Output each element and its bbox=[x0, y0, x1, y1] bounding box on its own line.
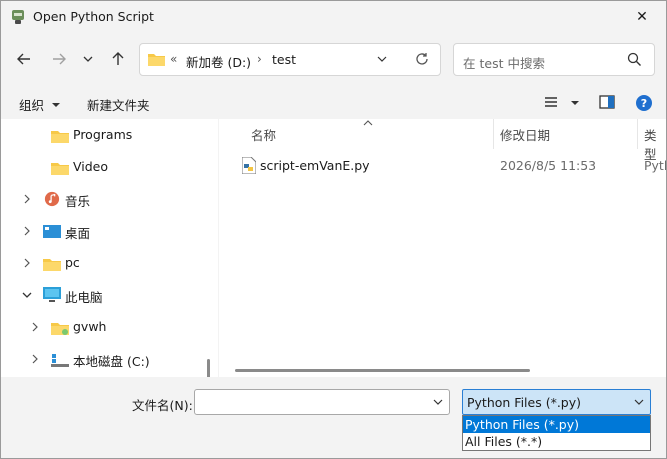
tree-item-label: 本地磁盘 (C:) bbox=[73, 354, 150, 369]
chevron-right-icon[interactable] bbox=[21, 225, 33, 237]
desktop-icon bbox=[43, 225, 61, 238]
file-type: Pyth bbox=[644, 158, 666, 173]
arrow-right-icon bbox=[53, 53, 66, 65]
open-file-dialog: Open Python Script ✕ « 新加卷 (D:) › test 在… bbox=[0, 0, 667, 459]
folder-icon bbox=[43, 259, 61, 271]
arrow-left-icon bbox=[17, 53, 30, 65]
search-icon[interactable] bbox=[627, 52, 642, 67]
caret-down-icon bbox=[52, 103, 60, 107]
tree-item-label: pc bbox=[65, 255, 80, 270]
column-divider[interactable] bbox=[493, 119, 494, 149]
window-title: Open Python Script bbox=[33, 9, 154, 24]
filetype-selected: Python Files (*.py) bbox=[467, 395, 582, 410]
list-view-icon bbox=[545, 97, 557, 107]
tree-item-video[interactable]: Video bbox=[1, 153, 201, 181]
filetype-option-python[interactable]: Python Files (*.py) bbox=[463, 416, 650, 433]
chevron-down-icon[interactable] bbox=[633, 396, 645, 408]
filetype-select[interactable]: Python Files (*.py) bbox=[462, 389, 651, 415]
column-header-modified[interactable]: 修改日期 bbox=[500, 125, 550, 144]
chevron-down-icon[interactable] bbox=[376, 53, 388, 65]
folder-icon bbox=[148, 54, 165, 66]
search-box[interactable]: 在 test 中搜索 bbox=[453, 43, 655, 76]
file-modified: 2026/8/5 11:53 bbox=[500, 158, 597, 173]
folder-icon bbox=[51, 163, 69, 175]
address-overflow[interactable]: « bbox=[170, 52, 177, 66]
folder-icon bbox=[51, 131, 69, 143]
help-button[interactable]: ? bbox=[635, 94, 653, 115]
help-icon: ? bbox=[636, 95, 652, 111]
chevron-right-icon[interactable] bbox=[29, 321, 41, 333]
chevron-down-icon[interactable] bbox=[21, 289, 33, 301]
dialog-footer: 文件名(N): Python Files (*.py) Python Files… bbox=[1, 377, 666, 458]
file-list: 名称 修改日期 类型 script-emVanE.py 2026/8/5 11:… bbox=[219, 119, 666, 377]
tree-item-gvwh[interactable]: gvwh bbox=[1, 313, 201, 341]
column-header-name[interactable]: 名称 bbox=[251, 125, 276, 144]
music-icon bbox=[44, 191, 60, 207]
up-button[interactable] bbox=[105, 45, 131, 73]
navigation-tree: Programs Video 音乐 桌面 pc 此电脑 gvwh 本地磁盘 (C… bbox=[1, 119, 218, 377]
preview-pane-icon bbox=[599, 95, 615, 109]
folder-icon bbox=[51, 323, 69, 335]
new-folder-label: 新建文件夹 bbox=[87, 98, 150, 113]
command-bar: 组织 新建文件夹 ? bbox=[1, 87, 666, 119]
refresh-icon[interactable] bbox=[414, 51, 430, 67]
tree-item-drive-c[interactable]: 本地磁盘 (C:) bbox=[1, 345, 201, 373]
file-list-scrollbar[interactable] bbox=[235, 369, 530, 372]
tree-item-label: 此电脑 bbox=[65, 290, 103, 305]
tree-item-label: 桌面 bbox=[65, 226, 91, 241]
sort-ascending-icon bbox=[363, 120, 373, 126]
drive-icon bbox=[51, 354, 69, 367]
breadcrumb-separator: › bbox=[257, 52, 262, 66]
tree-scrollbar[interactable] bbox=[207, 359, 210, 377]
filetype-dropdown-list: Python Files (*.py) All Files (*.*) bbox=[462, 415, 651, 451]
file-name: script-emVanE.py bbox=[260, 158, 370, 173]
tree-item-pc-folder[interactable]: pc bbox=[1, 249, 201, 277]
chevron-down-icon[interactable] bbox=[432, 396, 444, 408]
caret-down-icon bbox=[570, 101, 579, 105]
recent-locations-button[interactable] bbox=[75, 45, 101, 73]
filename-label: 文件名(N): bbox=[132, 398, 193, 413]
tree-item-label: gvwh bbox=[73, 319, 107, 334]
tree-item-desktop[interactable]: 桌面 bbox=[1, 217, 201, 245]
close-icon: ✕ bbox=[636, 9, 648, 25]
title-bar: Open Python Script ✕ bbox=[1, 1, 666, 33]
tree-item-label: Programs bbox=[73, 127, 133, 142]
python-app-icon bbox=[12, 10, 24, 24]
organize-button[interactable]: 组织 bbox=[19, 95, 61, 114]
computer-icon bbox=[43, 287, 61, 302]
back-button[interactable] bbox=[11, 45, 37, 73]
tree-item-label: Video bbox=[73, 159, 109, 174]
filename-field[interactable] bbox=[194, 389, 450, 415]
tree-item-programs[interactable]: Programs bbox=[1, 121, 201, 149]
organize-label: 组织 bbox=[19, 98, 45, 113]
address-bar[interactable]: « 新加卷 (D:) › test bbox=[139, 43, 441, 76]
chevron-right-icon[interactable] bbox=[21, 193, 33, 205]
arrow-up-icon bbox=[112, 52, 124, 65]
svg-text:?: ? bbox=[641, 97, 647, 110]
breadcrumb-test[interactable]: test bbox=[272, 52, 296, 67]
tree-item-this-pc[interactable]: 此电脑 bbox=[1, 281, 201, 309]
file-row[interactable]: script-emVanE.py 2026/8/5 11:53 Pyth bbox=[239, 155, 666, 177]
tree-item-music[interactable]: 音乐 bbox=[1, 185, 201, 213]
python-file-icon bbox=[242, 157, 256, 174]
chevron-right-icon[interactable] bbox=[29, 353, 41, 365]
new-folder-button[interactable]: 新建文件夹 bbox=[87, 95, 150, 114]
tree-item-label: 音乐 bbox=[65, 194, 91, 209]
filetype-option-all[interactable]: All Files (*.*) bbox=[463, 433, 650, 450]
close-button[interactable]: ✕ bbox=[628, 5, 656, 29]
preview-pane-button[interactable] bbox=[599, 95, 615, 112]
view-options-button[interactable] bbox=[544, 96, 580, 111]
chevron-down-icon bbox=[83, 56, 93, 62]
chevron-right-icon[interactable] bbox=[21, 257, 33, 269]
forward-button[interactable] bbox=[46, 45, 72, 73]
breadcrumb-drive[interactable]: 新加卷 (D:) bbox=[186, 52, 251, 71]
column-divider[interactable] bbox=[637, 119, 638, 149]
search-placeholder: 在 test 中搜索 bbox=[463, 56, 545, 71]
